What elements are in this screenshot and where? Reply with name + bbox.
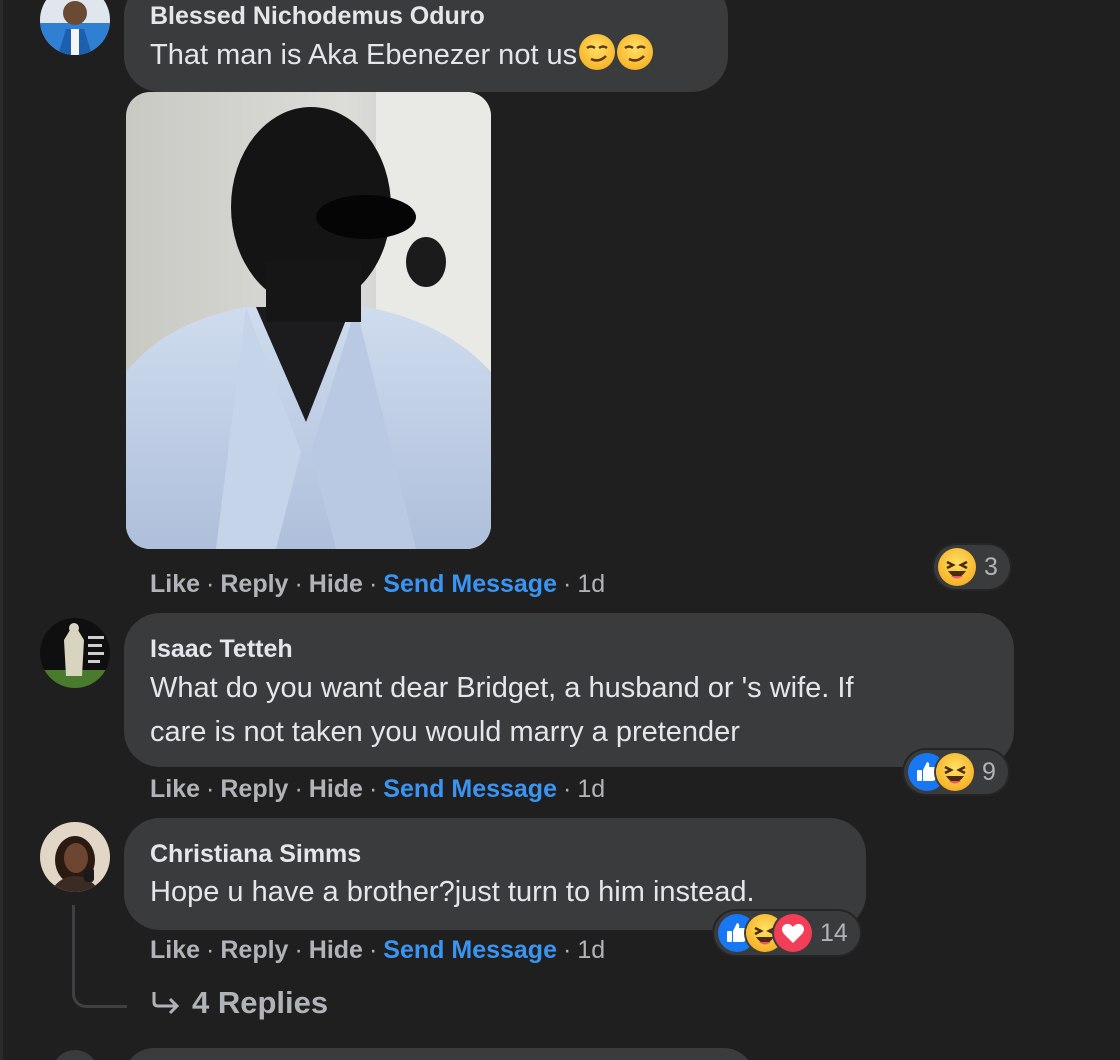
timestamp[interactable]: 1d xyxy=(577,775,605,803)
timestamp[interactable]: 1d xyxy=(577,570,605,598)
comment-text-line: What do you want dear Bridget, a husband… xyxy=(150,672,854,704)
like-link[interactable]: Like xyxy=(150,936,200,964)
separator: · xyxy=(368,775,378,803)
avatar[interactable] xyxy=(40,618,110,688)
comment-actions: Like · Reply · Hide · Send Message · 1d xyxy=(150,570,605,599)
view-replies-link[interactable]: 4 Replies xyxy=(150,985,328,1024)
comment-text-line: care is not taken you would marry a pret… xyxy=(150,716,740,748)
smirk-emoji-icon xyxy=(579,34,616,70)
separator: · xyxy=(206,570,215,598)
reaction-summary[interactable]: 14 xyxy=(714,911,860,955)
comment-author[interactable]: Blessed Nichodemus Oduro xyxy=(150,2,485,31)
comment-bubble xyxy=(124,1048,754,1060)
panel-edge xyxy=(0,0,3,1060)
smirk-emoji-icon xyxy=(617,34,654,70)
reaction-count: 9 xyxy=(982,757,996,786)
reply-link[interactable]: Reply xyxy=(220,570,288,598)
separator: · xyxy=(562,775,572,803)
separator: · xyxy=(368,570,378,598)
separator: · xyxy=(294,570,303,598)
comment-actions: Like · Reply · Hide · Send Message · 1d xyxy=(150,936,605,965)
like-link[interactable]: Like xyxy=(150,775,200,803)
reply-link[interactable]: Reply xyxy=(220,775,288,803)
comment-author[interactable]: Christiana Simms xyxy=(150,840,361,869)
send-message-link[interactable]: Send Message xyxy=(383,936,557,964)
separator: · xyxy=(562,570,572,598)
avatar[interactable] xyxy=(40,0,110,55)
replies-count-label: 4 Replies xyxy=(192,985,329,1020)
reaction-summary[interactable]: 3 xyxy=(934,545,1010,589)
thread-connector-line xyxy=(72,905,127,1008)
send-message-link[interactable]: Send Message xyxy=(383,570,557,598)
hide-link[interactable]: Hide xyxy=(309,936,363,964)
reaction-count: 3 xyxy=(984,552,998,581)
comments-panel: Blessed Nichodemus Oduro That man is Aka… xyxy=(0,0,1120,1060)
timestamp[interactable]: 1d xyxy=(577,936,605,964)
comment-text-content: That man is Aka Ebenezer not us xyxy=(150,39,578,71)
reaction-summary[interactable]: 9 xyxy=(904,750,1008,794)
send-message-link[interactable]: Send Message xyxy=(383,775,557,803)
separator: · xyxy=(294,936,303,964)
separator: · xyxy=(206,775,215,803)
avatar[interactable] xyxy=(40,822,110,892)
love-reaction-icon xyxy=(774,914,812,952)
reaction-count: 14 xyxy=(820,918,848,947)
comment-actions: Like · Reply · Hide · Send Message · 1d xyxy=(150,775,605,804)
haha-reaction-icon xyxy=(938,548,976,586)
comment-author[interactable]: Isaac Tetteh xyxy=(150,635,293,664)
haha-reaction-icon xyxy=(936,753,974,791)
reply-arrow-icon xyxy=(150,988,182,1024)
hide-link[interactable]: Hide xyxy=(309,775,363,803)
avatar[interactable] xyxy=(52,1050,98,1060)
reply-link[interactable]: Reply xyxy=(220,936,288,964)
comment-text: Hope u have a brother?just turn to him i… xyxy=(150,876,755,908)
hide-link[interactable]: Hide xyxy=(309,570,363,598)
separator: · xyxy=(206,936,215,964)
separator: · xyxy=(562,936,572,964)
comment-text: That man is Aka Ebenezer not us xyxy=(150,33,654,77)
like-link[interactable]: Like xyxy=(150,570,200,598)
separator: · xyxy=(368,936,378,964)
separator: · xyxy=(294,775,303,803)
comment-photo[interactable] xyxy=(126,92,491,549)
